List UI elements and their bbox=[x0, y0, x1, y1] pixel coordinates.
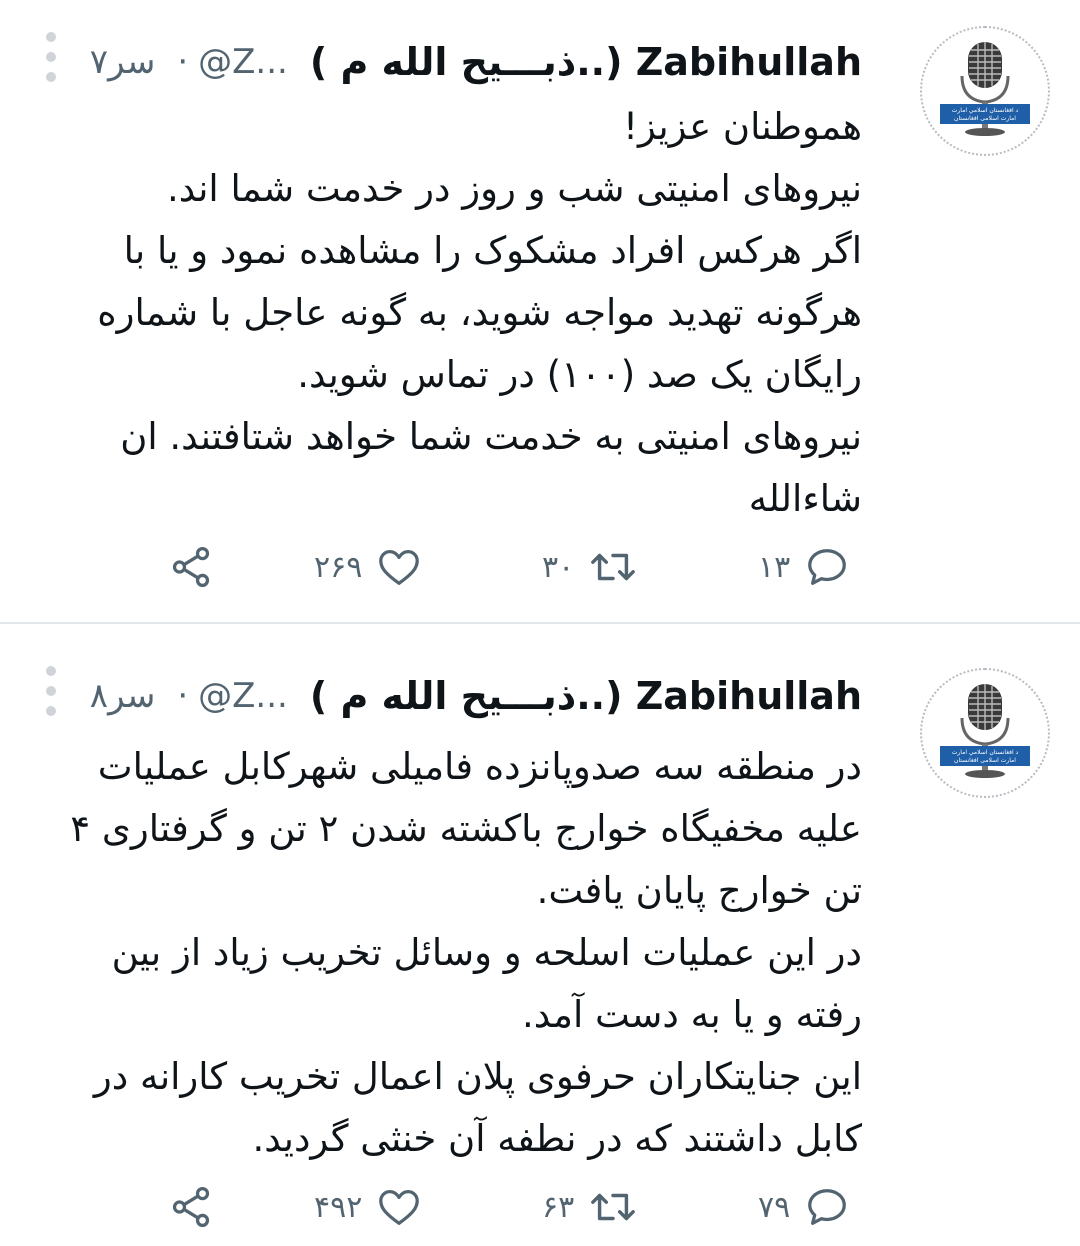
svg-text:د افغانستان اسلامي امارت: د افغانستان اسلامي امارت bbox=[952, 107, 1019, 114]
more-dots-icon[interactable] bbox=[46, 666, 62, 716]
share-button[interactable] bbox=[168, 532, 214, 602]
tweet-header: ۸سر · @Z... ( ذبـــیح الله م..) Zabihull… bbox=[90, 666, 862, 726]
reply-count: ۱۳ bbox=[758, 549, 791, 585]
retweet-icon bbox=[591, 553, 636, 581]
share-icon bbox=[172, 546, 210, 588]
tweet-line: نیروهای امنیتی شب و روز در خدمت شما اند. bbox=[166, 167, 862, 210]
user-handle[interactable]: @Z... bbox=[198, 676, 288, 716]
avatar[interactable]: د افغانستان اسلامي امارت امارت اسلامی اف… bbox=[920, 668, 1050, 798]
like-button[interactable]: ۲۶۹ bbox=[314, 532, 422, 602]
tweet-line: هموطنان عزیز! bbox=[623, 105, 862, 148]
reply-button[interactable]: ۱۳ bbox=[758, 532, 850, 602]
display-name[interactable]: ( ذبـــیح الله م..) Zabihullah bbox=[310, 40, 862, 84]
retweet-button[interactable]: ۶۳ bbox=[542, 1172, 638, 1242]
tweet-line: این جنایتکاران حرفوی پلان اعمال تخریب کا… bbox=[93, 1055, 862, 1160]
tweet-text: در منطقه سه صدوپانزده فامیلی شهرکابل عمل… bbox=[42, 736, 862, 1170]
reply-count: ۷۹ bbox=[758, 1189, 791, 1225]
tweet[interactable]: د افغانستان اسلامي امارت امارت اسلامی اف… bbox=[0, 0, 1080, 622]
reply-icon bbox=[808, 549, 847, 585]
tweet-line: اگر هرکس افراد مشکوک را مشاهده نمود و یا… bbox=[97, 229, 862, 396]
tweet-text: هموطنان عزیز! نیروهای امنیتی شب و روز در… bbox=[42, 96, 862, 530]
more-dots-icon[interactable] bbox=[46, 32, 62, 82]
heart-icon bbox=[379, 1190, 420, 1225]
share-button[interactable] bbox=[168, 1172, 214, 1242]
reply-icon bbox=[808, 1189, 847, 1225]
tweet-actions: ۴۹۲ ۶۳ ۷۹ bbox=[0, 1172, 1080, 1242]
tweet-line: در منطقه سه صدوپانزده فامیلی شهرکابل عمل… bbox=[70, 745, 862, 912]
reply-button[interactable]: ۷۹ bbox=[758, 1172, 850, 1242]
display-name[interactable]: ( ذبـــیح الله م..) Zabihullah bbox=[310, 674, 862, 718]
microphone-logo-icon: د افغانستان اسلامي امارت امارت اسلامی اف… bbox=[940, 684, 1030, 778]
tweet-line: نیروهای امنیتی به خدمت شما خواهد شتافتند… bbox=[120, 415, 862, 520]
heart-icon bbox=[379, 550, 420, 585]
meta-dot: · bbox=[177, 676, 189, 716]
tweet[interactable]: د افغانستان اسلامي امارت امارت اسلامی اف… bbox=[0, 624, 1080, 1246]
user-handle[interactable]: @Z... bbox=[198, 42, 288, 82]
avatar[interactable]: د افغانستان اسلامي امارت امارت اسلامی اف… bbox=[920, 26, 1050, 156]
retweet-count: ۶۳ bbox=[542, 1189, 575, 1225]
tweet-line: در این عملیات اسلحه و وسائل تخریب زیاد ا… bbox=[111, 931, 862, 1036]
meta-dot: · bbox=[177, 42, 189, 82]
svg-text:امارت اسلامی افغانستان: امارت اسلامی افغانستان bbox=[954, 115, 1016, 122]
share-icon bbox=[172, 1186, 210, 1228]
like-count: ۲۶۹ bbox=[314, 549, 363, 585]
microphone-logo-icon: د افغانستان اسلامي امارت امارت اسلامی اف… bbox=[940, 42, 1030, 136]
svg-text:د افغانستان اسلامي امارت: د افغانستان اسلامي امارت bbox=[952, 749, 1019, 756]
tweet-time[interactable]: ۸سر bbox=[90, 676, 156, 716]
like-button[interactable]: ۴۹۲ bbox=[314, 1172, 422, 1242]
tweet-header: ۷سر · @Z... ( ذبـــیح الله م..) Zabihull… bbox=[90, 32, 862, 92]
tweet-actions: ۲۶۹ ۳۰ ۱۳ bbox=[0, 532, 1080, 602]
retweet-button[interactable]: ۳۰ bbox=[542, 532, 638, 602]
retweet-icon bbox=[591, 1193, 636, 1221]
like-count: ۴۹۲ bbox=[314, 1189, 363, 1225]
retweet-count: ۳۰ bbox=[542, 549, 575, 585]
svg-text:امارت اسلامی افغانستان: امارت اسلامی افغانستان bbox=[954, 757, 1016, 764]
tweet-time[interactable]: ۷سر bbox=[90, 42, 156, 82]
